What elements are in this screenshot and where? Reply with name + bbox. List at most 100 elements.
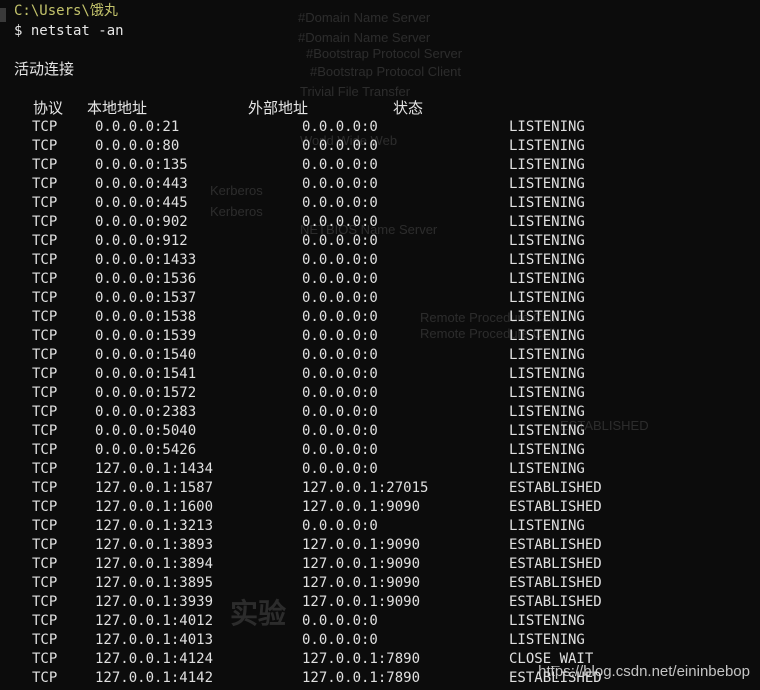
cell-state: ESTABLISHED xyxy=(509,575,602,591)
table-row: TCP 0.0.0.0:2383 0.0.0.0:0 LISTENING xyxy=(0,403,760,422)
connection-table: TCP 0.0.0.0:21 0.0.0.0:0 LISTENING TCP 0.0.0… xyxy=(0,118,760,688)
table-header: 协议 本地地址 外部地址 状态 xyxy=(0,97,760,117)
prompt-path: C:\Users\饿丸 xyxy=(14,3,118,19)
cell-state: LISTENING xyxy=(509,632,585,648)
cell-local: 0.0.0.0:21 xyxy=(95,119,180,135)
cell-local: 0.0.0.0:1572 xyxy=(95,385,197,401)
command-line[interactable]: $ netstat -an xyxy=(14,22,124,41)
cell-proto: TCP xyxy=(32,385,58,401)
cell-proto: TCP xyxy=(32,233,58,249)
cell-proto: TCP xyxy=(32,423,58,439)
cell-foreign: 0.0.0.0:0 xyxy=(302,138,378,154)
cell-local: 127.0.0.1:3939 xyxy=(95,594,214,610)
cell-proto: TCP xyxy=(32,119,58,135)
cell-local: 127.0.0.1:4142 xyxy=(95,670,214,686)
cell-state: LISTENING xyxy=(509,347,585,363)
cell-state: LISTENING xyxy=(509,442,585,458)
cell-proto: TCP xyxy=(32,328,58,344)
header-local-address: 本地地址 xyxy=(87,99,148,117)
table-row: TCP 127.0.0.1:3939 127.0.0.1:9090 ESTABLISH… xyxy=(0,593,760,612)
cell-proto: TCP xyxy=(32,613,58,629)
cell-foreign: 0.0.0.0:0 xyxy=(302,347,378,363)
cell-foreign: 0.0.0.0:0 xyxy=(302,632,378,648)
cell-proto: TCP xyxy=(32,556,58,572)
cell-foreign: 127.0.0.1:9090 xyxy=(302,537,421,553)
cell-foreign: 127.0.0.1:9090 xyxy=(302,594,421,610)
table-row: TCP 0.0.0.0:5426 0.0.0.0:0 LISTENING xyxy=(0,441,760,460)
cell-local: 127.0.0.1:4124 xyxy=(95,651,214,667)
cell-state: LISTENING xyxy=(509,252,585,268)
cell-proto: TCP xyxy=(32,252,58,268)
cell-foreign: 0.0.0.0:0 xyxy=(302,404,378,420)
table-row: TCP 0.0.0.0:80 0.0.0.0:0 LISTENING xyxy=(0,137,760,156)
cell-local: 0.0.0.0:5040 xyxy=(95,423,197,439)
table-row: TCP 127.0.0.1:4013 0.0.0.0:0 LISTENING xyxy=(0,631,760,650)
cell-local: 0.0.0.0:445 xyxy=(95,195,188,211)
cell-foreign: 0.0.0.0:0 xyxy=(302,385,378,401)
cell-local: 127.0.0.1:1434 xyxy=(95,461,214,477)
cell-foreign: 0.0.0.0:0 xyxy=(302,252,378,268)
cell-proto: TCP xyxy=(32,366,58,382)
cell-proto: TCP xyxy=(32,442,58,458)
cell-state: LISTENING xyxy=(509,328,585,344)
table-row: TCP 127.0.0.1:1434 0.0.0.0:0 LISTENING xyxy=(0,460,760,479)
cell-proto: TCP xyxy=(32,480,58,496)
cell-proto: TCP xyxy=(32,461,58,477)
cell-state: LISTENING xyxy=(509,138,585,154)
cell-local: 0.0.0.0:135 xyxy=(95,157,188,173)
cell-proto: TCP xyxy=(32,157,58,173)
cell-local: 127.0.0.1:3894 xyxy=(95,556,214,572)
cell-state: LISTENING xyxy=(509,119,585,135)
cell-state: LISTENING xyxy=(509,176,585,192)
cell-local: 127.0.0.1:3895 xyxy=(95,575,214,591)
cell-foreign: 0.0.0.0:0 xyxy=(302,290,378,306)
cell-state: LISTENING xyxy=(509,613,585,629)
cell-state: ESTABLISHED xyxy=(509,480,602,496)
table-row: TCP 127.0.0.1:3895 127.0.0.1:9090 ESTABLISH… xyxy=(0,574,760,593)
cell-proto: TCP xyxy=(32,309,58,325)
cell-proto: TCP xyxy=(32,404,58,420)
cell-state: LISTENING xyxy=(509,157,585,173)
cell-proto: TCP xyxy=(32,214,58,230)
cell-local: 127.0.0.1:3893 xyxy=(95,537,214,553)
cell-foreign: 127.0.0.1:9090 xyxy=(302,575,421,591)
cell-state: LISTENING xyxy=(509,195,585,211)
table-row: TCP 127.0.0.1:3213 0.0.0.0:0 LISTENING xyxy=(0,517,760,536)
cell-local: 127.0.0.1:4013 xyxy=(95,632,214,648)
table-row: TCP 0.0.0.0:1572 0.0.0.0:0 LISTENING xyxy=(0,384,760,403)
cell-proto: TCP xyxy=(32,670,58,686)
cell-foreign: 0.0.0.0:0 xyxy=(302,214,378,230)
section-title: 活动连接 xyxy=(14,60,75,78)
cell-local: 0.0.0.0:5426 xyxy=(95,442,197,458)
terminal-window[interactable]: #Domain Name Server #Domain Name Server … xyxy=(0,0,760,690)
header-state: 状态 xyxy=(393,99,424,117)
cell-local: 0.0.0.0:1538 xyxy=(95,309,197,325)
cell-proto: TCP xyxy=(32,651,58,667)
cell-proto: TCP xyxy=(32,290,58,306)
table-row: TCP 127.0.0.1:1600 127.0.0.1:9090 ESTABLISH… xyxy=(0,498,760,517)
table-row: TCP 0.0.0.0:1540 0.0.0.0:0 LISTENING xyxy=(0,346,760,365)
cell-foreign: 0.0.0.0:0 xyxy=(302,271,378,287)
cell-local: 0.0.0.0:1541 xyxy=(95,366,197,382)
cell-local: 0.0.0.0:1539 xyxy=(95,328,197,344)
cell-local: 127.0.0.1:1600 xyxy=(95,499,214,515)
cell-foreign: 127.0.0.1:9090 xyxy=(302,499,421,515)
cell-state: LISTENING xyxy=(509,290,585,306)
cell-local: 127.0.0.1:4012 xyxy=(95,613,214,629)
cell-proto: TCP xyxy=(32,537,58,553)
cell-proto: TCP xyxy=(32,499,58,515)
cell-state: LISTENING xyxy=(509,423,585,439)
cell-foreign: 0.0.0.0:0 xyxy=(302,613,378,629)
table-row: TCP 0.0.0.0:902 0.0.0.0:0 LISTENING xyxy=(0,213,760,232)
table-row: TCP 0.0.0.0:1433 0.0.0.0:0 LISTENING xyxy=(0,251,760,270)
cell-state: ESTABLISHED xyxy=(509,556,602,572)
cell-foreign: 127.0.0.1:9090 xyxy=(302,556,421,572)
cell-state: LISTENING xyxy=(509,309,585,325)
table-row: TCP 127.0.0.1:3893 127.0.0.1:9090 ESTABLISH… xyxy=(0,536,760,555)
table-row: TCP 127.0.0.1:3894 127.0.0.1:9090 ESTABLISH… xyxy=(0,555,760,574)
cell-local: 0.0.0.0:80 xyxy=(95,138,180,154)
cell-foreign: 0.0.0.0:0 xyxy=(302,309,378,325)
cell-state: ESTABLISHED xyxy=(509,537,602,553)
cell-foreign: 127.0.0.1:27015 xyxy=(302,480,429,496)
table-row: TCP 0.0.0.0:135 0.0.0.0:0 LISTENING xyxy=(0,156,760,175)
